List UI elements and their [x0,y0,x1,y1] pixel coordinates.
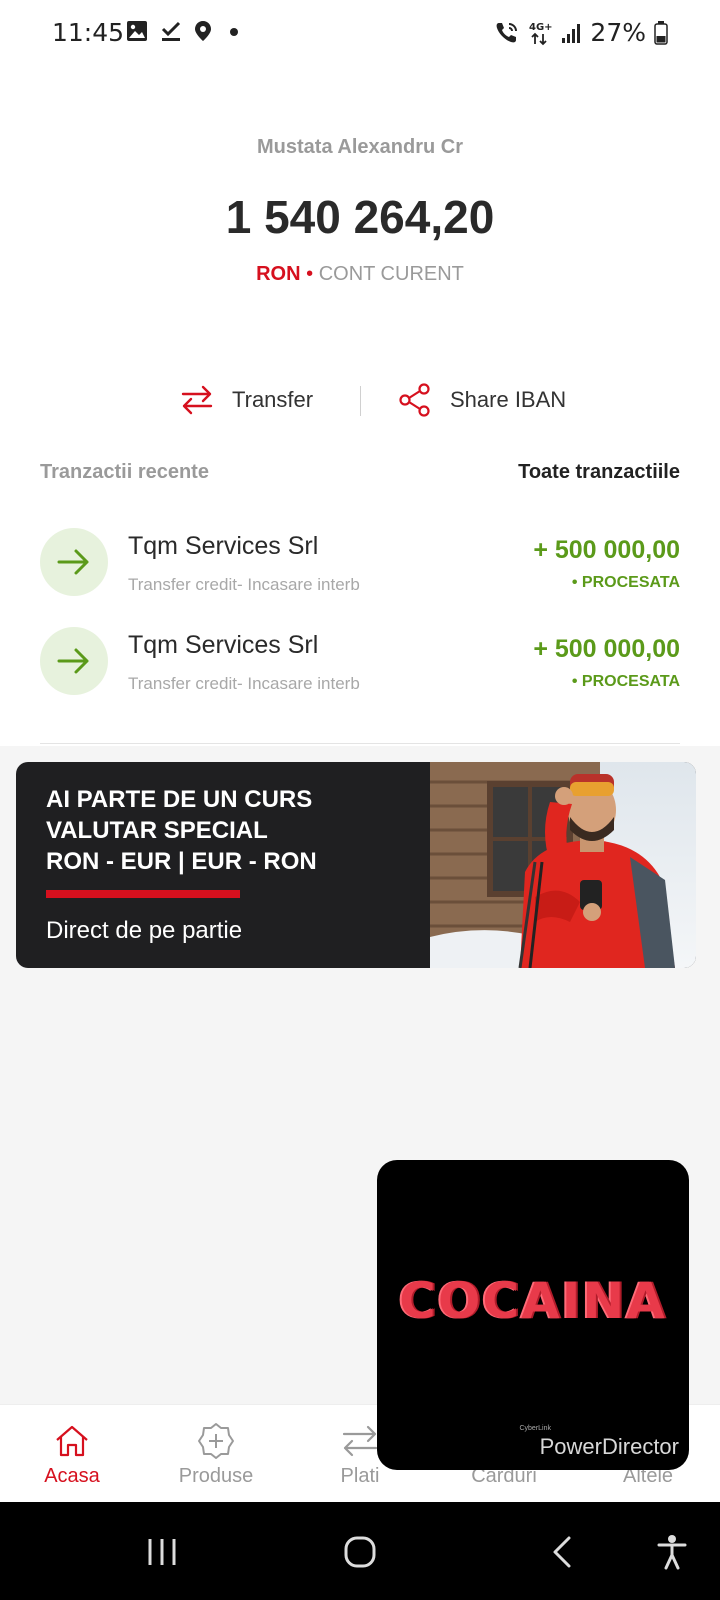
transfer-label: Transfer [232,387,314,412]
account-currency: RON [256,263,301,285]
account-actions: Transfer Share IBAN [0,378,720,426]
transaction-name: Tqm Services Srl [128,532,319,560]
nav-item-acasa[interactable]: Acasa [0,1405,144,1503]
share-iban-button[interactable]: Share IBAN [398,378,566,422]
account-holder-name: Mustata Alexandru Cr [257,136,463,158]
dot-icon [230,28,238,36]
promo-accent-bar [46,890,240,898]
promo-headline: AI PARTE DE UN CURS VALUTAR SPECIAL RON … [46,786,317,875]
video-title: COCAINA [399,1272,667,1330]
system-navigation-bar [0,1502,720,1600]
promo-skier-photo [430,762,696,968]
network-4g-icon: 4G+ [529,22,552,45]
recent-apps-button[interactable] [140,1532,184,1572]
status-bar: 11:45 4G+ 27% [0,0,720,66]
account-separator: • [306,263,314,285]
status-time: 11:45 [52,18,125,47]
location-icon [195,21,211,41]
products-badge-icon [197,1421,235,1461]
account-type: CONT CURENT [318,263,464,285]
accessibility-button[interactable] [650,1532,694,1572]
status-system-icons: 4G+ 27% [494,18,668,47]
share-iban-label: Share IBAN [450,387,567,412]
transaction-status: • PROCESATA [571,574,680,591]
all-transactions-link[interactable]: Toate tranzactiile [518,461,680,484]
nav-label: Produse [178,1465,254,1487]
transaction-row[interactable]: Tqm Services Srl Transfer credit- Incasa… [0,528,720,608]
actions-divider [360,386,361,416]
recent-apps-icon [148,1539,176,1565]
transfer-arrows-icon [341,1421,379,1461]
transactions-divider [40,743,680,744]
home-system-button[interactable] [338,1532,382,1572]
nav-label: Plati [340,1465,380,1487]
back-chevron-icon [553,1536,571,1568]
image-notification-icon [127,21,147,41]
accessibility-icon [657,1535,687,1570]
transaction-amount: + 500 000,00 [533,635,680,663]
video-watermark-brand: CyberLink [519,1425,551,1432]
transfer-arrows-icon [181,385,213,415]
share-icon [399,383,430,417]
promo-subline: Direct de pe partie [46,917,243,944]
promo-text: AI PARTE DE UN CURS VALUTAR SPECIAL RON … [46,784,426,877]
battery-icon [654,20,668,45]
download-done-icon [161,21,181,41]
floating-video-overlay[interactable]: COCAINA CyberLink PowerDirector [377,1160,689,1470]
transaction-description: Transfer credit- Incasare interb [128,575,360,594]
incoming-arrow-icon [40,627,108,695]
promo-banner[interactable]: AI PARTE DE UN CURS VALUTAR SPECIAL RON … [16,762,696,968]
status-notification-icons [126,20,244,42]
transfer-button[interactable]: Transfer [180,378,313,422]
incoming-arrow-icon [40,528,108,596]
recent-transactions-title: Tranzactii recente [40,461,209,483]
account-balance: 1 540 264,20 [225,191,495,243]
wifi-call-icon [497,22,518,42]
signal-icon [562,23,581,43]
battery-percent: 27% [590,18,646,47]
nav-item-produse[interactable]: Produse [144,1405,288,1503]
home-circle-icon [344,1536,376,1568]
home-icon [53,1421,91,1461]
transaction-amount: + 500 000,00 [533,536,680,564]
nav-label: Acasa [44,1465,100,1487]
video-watermark: PowerDirector [539,1434,679,1459]
transaction-status: • PROCESATA [571,673,680,690]
svg-text:4G+: 4G+ [529,22,552,33]
transaction-row[interactable]: Tqm Services Srl Transfer credit- Incasa… [0,627,720,707]
back-button[interactable] [540,1532,584,1572]
transaction-description: Transfer credit- Incasare interb [128,674,360,693]
transaction-name: Tqm Services Srl [128,631,319,659]
account-currency-type: RON • CONT CURENT [0,263,720,286]
